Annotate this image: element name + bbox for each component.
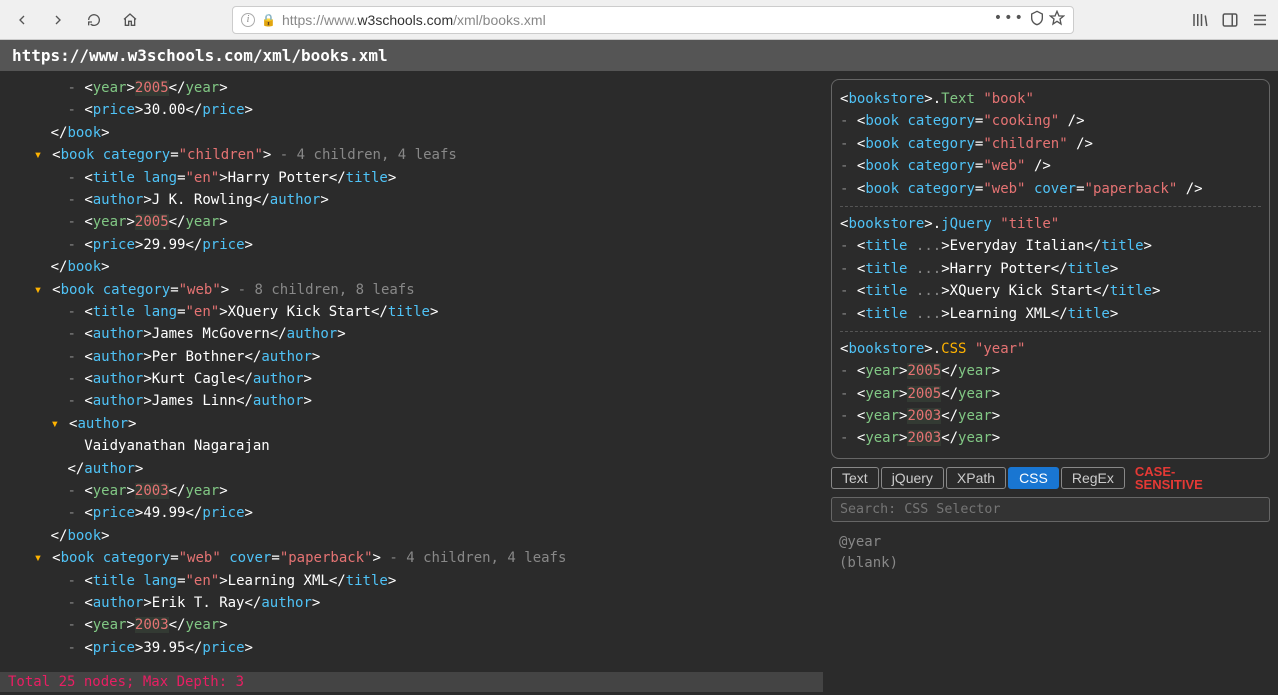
back-button[interactable] [8, 6, 36, 34]
xml-line[interactable]: Vaidyanathan Nagarajan [0, 435, 823, 457]
result-item[interactable]: - <title ...>XQuery Kick Start</title> [840, 280, 1261, 302]
tab-jquery[interactable]: jQuery [881, 467, 944, 489]
xml-tree-panel[interactable]: - <year>2005</year> - <price>30.00</pric… [0, 71, 823, 692]
result-group: <bookstore>.jQuery "title"- <title ...>E… [840, 206, 1261, 325]
result-item[interactable]: - <book category="web" /> [840, 155, 1261, 177]
xml-line[interactable]: - <title lang="en">Learning XML</title> [0, 570, 823, 592]
result-header: <bookstore>.jQuery "title" [840, 213, 1261, 235]
xml-line[interactable]: - <year>2003</year> [0, 614, 823, 636]
tab-regex[interactable]: RegEx [1061, 467, 1125, 489]
xml-line[interactable]: - <year>2005</year> [0, 211, 823, 233]
result-item[interactable]: - <year>2005</year> [840, 383, 1261, 405]
xml-line[interactable]: </book> [0, 122, 823, 144]
result-item[interactable]: - <year>2003</year> [840, 405, 1261, 427]
xml-line[interactable]: ▾ <book category="children"> - 4 childre… [0, 144, 823, 166]
results-box: <bookstore>.Text "book"- <book category=… [831, 79, 1270, 459]
result-item[interactable]: - <book category="cooking" /> [840, 110, 1261, 132]
more-icon[interactable]: ••• [994, 10, 1025, 30]
xml-line[interactable]: - <year>2005</year> [0, 77, 823, 99]
url-text: https://www.w3schools.com/xml/books.xml [282, 12, 546, 28]
tab-xpath[interactable]: XPath [946, 467, 1006, 489]
shield-icon[interactable] [1029, 10, 1045, 30]
xml-line[interactable]: ▾ <book category="web" cover="paperback"… [0, 547, 823, 569]
result-item[interactable]: - <year>2005</year> [840, 360, 1261, 382]
xml-line[interactable]: - <price>49.99</price> [0, 502, 823, 524]
reload-button[interactable] [80, 6, 108, 34]
result-item[interactable]: - <title ...>Learning XML</title> [840, 303, 1261, 325]
sidebar-icon[interactable] [1220, 10, 1240, 30]
result-item[interactable]: - <year>2003</year> [840, 427, 1261, 449]
page-title: https://www.w3schools.com/xml/books.xml [0, 40, 1278, 71]
xml-line[interactable]: - <author>J K. Rowling</author> [0, 189, 823, 211]
xml-line[interactable]: ▾ <author> [0, 413, 823, 435]
library-icon[interactable] [1190, 10, 1210, 30]
xml-line[interactable]: - <price>29.99</price> [0, 234, 823, 256]
browser-toolbar: i 🔒 https://www.w3schools.com/xml/books.… [0, 0, 1278, 40]
history-item[interactable]: @year [839, 532, 1262, 553]
result-header: <bookstore>.CSS "year" [840, 338, 1261, 360]
xml-line[interactable]: </author> [0, 458, 823, 480]
xml-line[interactable]: </book> [0, 256, 823, 278]
lock-icon: 🔒 [261, 13, 276, 27]
xml-line[interactable]: - <author>Per Bothner</author> [0, 346, 823, 368]
xml-line[interactable]: - <title lang="en">XQuery Kick Start</ti… [0, 301, 823, 323]
result-item[interactable]: - <book category="children" /> [840, 133, 1261, 155]
result-header: <bookstore>.Text "book" [840, 88, 1261, 110]
xml-line[interactable]: - <author>Erik T. Ray</author> [0, 592, 823, 614]
result-item[interactable]: - <book category="web" cover="paperback"… [840, 178, 1261, 200]
case-sensitive-toggle[interactable]: CASE-SENSITIVE [1135, 465, 1203, 491]
xml-line[interactable]: - <year>2003</year> [0, 480, 823, 502]
xml-line[interactable]: - <title lang="en">Harry Potter</title> [0, 167, 823, 189]
xml-line[interactable]: - <price>30.00</price> [0, 99, 823, 121]
forward-button[interactable] [44, 6, 72, 34]
tab-text[interactable]: Text [831, 467, 879, 489]
results-panel: <bookstore>.Text "book"- <book category=… [823, 71, 1278, 692]
result-group: <bookstore>.Text "book"- <book category=… [840, 88, 1261, 200]
result-item[interactable]: - <title ...>Harry Potter</title> [840, 258, 1261, 280]
result-item[interactable]: - <title ...>Everyday Italian</title> [840, 235, 1261, 257]
history-item[interactable]: (blank) [839, 553, 1262, 574]
status-bar: Total 25 nodes; Max Depth: 3 [0, 672, 823, 692]
xml-line[interactable]: - <price>39.95</price> [0, 637, 823, 659]
xml-line[interactable]: - <author>Kurt Cagle</author> [0, 368, 823, 390]
xml-line[interactable]: - <author>James McGovern</author> [0, 323, 823, 345]
result-group: <bookstore>.CSS "year"- <year>2005</year… [840, 331, 1261, 450]
xml-line[interactable]: </book> [0, 525, 823, 547]
info-icon[interactable]: i [241, 13, 255, 27]
search-history: @year(blank) [831, 528, 1270, 578]
star-icon[interactable] [1049, 10, 1065, 30]
page-actions: ••• [994, 10, 1065, 30]
tab-css[interactable]: CSS [1008, 467, 1059, 489]
xml-line[interactable]: - <author>James Linn</author> [0, 390, 823, 412]
home-button[interactable] [116, 6, 144, 34]
xml-line[interactable]: ▾ <book category="web"> - 8 children, 8 … [0, 279, 823, 301]
search-mode-tabs: TextjQueryXPathCSSRegEx CASE-SENSITIVE [831, 465, 1270, 491]
url-bar[interactable]: i 🔒 https://www.w3schools.com/xml/books.… [232, 6, 1074, 34]
menu-icon[interactable] [1250, 10, 1270, 30]
search-input[interactable] [831, 497, 1270, 522]
